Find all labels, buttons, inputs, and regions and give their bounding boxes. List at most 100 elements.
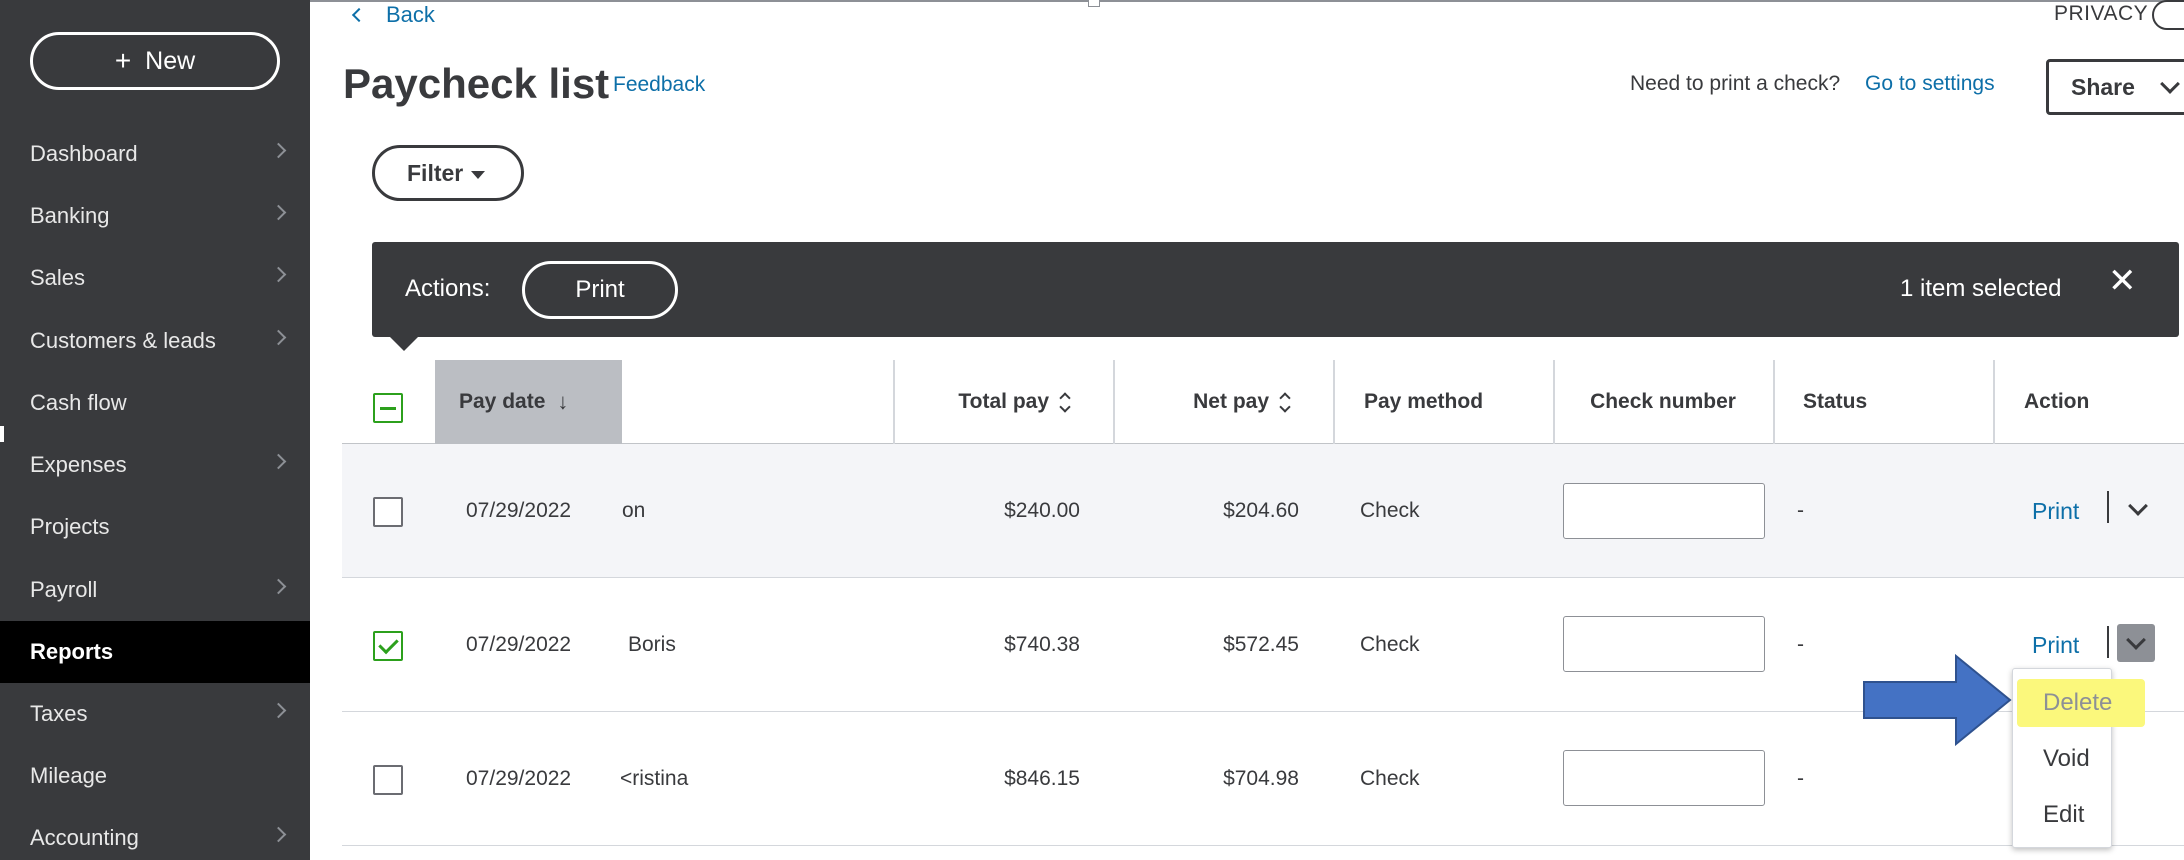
- column-label: Net pay: [1193, 390, 1269, 413]
- column-label: Pay date: [459, 390, 546, 413]
- menu-item-void[interactable]: Void: [2013, 735, 2113, 783]
- chevron-right-icon: [270, 578, 287, 595]
- sort-icon: [1279, 391, 1291, 413]
- annotation-arrow-icon: [1863, 654, 2012, 746]
- sidebar-item-label: Accounting: [30, 825, 139, 850]
- sidebar-item-label: Customers & leads: [30, 328, 216, 353]
- chevron-right-icon: [270, 826, 287, 843]
- column-net-pay[interactable]: Net pay: [1113, 360, 1333, 444]
- column-action: Action: [1993, 360, 2184, 444]
- filter-button[interactable]: Filter: [372, 145, 524, 201]
- column-check-number: Check number: [1553, 360, 1773, 444]
- sidebar-item-sales[interactable]: Sales: [0, 247, 310, 309]
- menu-item-delete[interactable]: Delete: [2017, 679, 2145, 727]
- bulk-print-button[interactable]: Print: [522, 261, 678, 319]
- sidebar-item-label: Dashboard: [30, 141, 138, 166]
- status-cell: -: [1797, 633, 1804, 656]
- table-row[interactable]: 07/29/2022 on $240.00 $204.60 Check - Pr…: [342, 444, 2184, 578]
- column-label: Check number: [1590, 390, 1736, 413]
- print-check-question: Need to print a check?: [1630, 72, 1841, 95]
- pay-method-cell: Check: [1360, 633, 1420, 656]
- resize-handle[interactable]: [0, 426, 4, 442]
- new-button[interactable]: + New: [30, 32, 280, 90]
- sidebar-item-reports[interactable]: Reports: [0, 621, 310, 683]
- status-cell: -: [1797, 767, 1804, 790]
- check-number-input[interactable]: [1563, 616, 1765, 672]
- sidebar-item-mileage[interactable]: Mileage: [0, 745, 310, 807]
- chevron-right-icon: [270, 329, 287, 346]
- sidebar-item-taxes[interactable]: Taxes: [0, 683, 310, 745]
- column-pay-date[interactable]: Pay date ↓: [435, 360, 622, 444]
- close-icon[interactable]: ✕: [2108, 264, 2137, 298]
- chevron-down-icon: [2126, 629, 2146, 650]
- select-all-checkbox[interactable]: [373, 393, 403, 423]
- new-button-label: New: [145, 46, 196, 75]
- sidebar-item-payroll[interactable]: Payroll: [0, 559, 310, 621]
- plus-icon: +: [114, 45, 132, 76]
- paycheck-table: Pay date ↓ Total pay Net pay Pay method …: [342, 360, 2184, 860]
- row-checkbox[interactable]: [373, 765, 403, 795]
- sidebar-item-expenses[interactable]: Expenses: [0, 434, 310, 496]
- selected-count: 1 item selected: [1900, 275, 2062, 302]
- row-action-dropdown[interactable]: [2117, 624, 2155, 662]
- chevron-right-icon: [270, 204, 287, 221]
- actions-label: Actions:: [405, 275, 491, 302]
- row-action-dropdown[interactable]: [2119, 490, 2157, 528]
- total-pay-cell: $740.38: [1004, 633, 1080, 656]
- resize-handle-top[interactable]: [1088, 0, 1100, 7]
- sidebar-item-banking[interactable]: Banking: [0, 185, 310, 247]
- net-pay-cell: $704.98: [1223, 767, 1299, 790]
- page-title: Paycheck list: [343, 60, 610, 107]
- sidebar-item-label: Reports: [30, 639, 114, 664]
- sidebar-item-dashboard[interactable]: Dashboard: [0, 123, 310, 185]
- chevron-down-icon: [2160, 74, 2180, 94]
- bar-pointer: [390, 337, 418, 351]
- sidebar-item-label: Sales: [30, 265, 86, 290]
- total-pay-cell: $240.00: [1004, 499, 1080, 522]
- sidebar-item-cash-flow[interactable]: Cash flow: [0, 372, 310, 434]
- column-label: Action: [2024, 390, 2090, 413]
- sidebar-item-label: Expenses: [30, 452, 127, 477]
- employee-name-cell: on: [622, 499, 646, 522]
- row-checkbox[interactable]: [373, 497, 403, 527]
- go-to-settings-link[interactable]: Go to settings: [1865, 72, 1995, 96]
- bulk-actions-bar: Actions: Print 1 item selected ✕: [372, 242, 2179, 351]
- sort-icon: [1059, 391, 1071, 413]
- action-divider: [2107, 626, 2109, 658]
- column-label: Pay method: [1364, 390, 1484, 413]
- column-status: Status: [1773, 360, 1993, 444]
- share-label: Share: [2071, 73, 2135, 100]
- filter-label: Filter: [407, 159, 464, 186]
- row-checkbox[interactable]: [373, 631, 403, 661]
- menu-item-edit[interactable]: Edit: [2013, 791, 2113, 839]
- feedback-link[interactable]: Feedback: [613, 73, 705, 97]
- net-pay-cell: $204.60: [1223, 499, 1299, 522]
- sidebar-item-customers-leads[interactable]: Customers & leads: [0, 310, 310, 372]
- column-total-pay[interactable]: Total pay: [893, 360, 1113, 444]
- row-action-menu: Delete Void Edit: [2012, 668, 2145, 848]
- check-number-input[interactable]: [1563, 483, 1765, 539]
- chevron-down-icon: [2128, 495, 2148, 516]
- privacy-toggle[interactable]: [2152, 0, 2184, 30]
- status-cell: -: [1797, 499, 1804, 522]
- pay-date-cell: 07/29/2022: [466, 633, 572, 656]
- row-print-link[interactable]: Print: [2032, 444, 2079, 578]
- back-link[interactable]: Back: [351, 2, 435, 28]
- share-button[interactable]: Share: [2046, 59, 2184, 115]
- column-pay-method: Pay method: [1333, 360, 1553, 444]
- sidebar-item-label: Payroll: [30, 577, 98, 602]
- employee-name-cell: Boris: [628, 633, 676, 656]
- sidebar-item-projects[interactable]: Projects: [0, 496, 310, 558]
- pay-date-cell: 07/29/2022: [466, 499, 572, 522]
- employee-name-cell: <ristina: [620, 767, 689, 790]
- check-number-input[interactable]: [1563, 750, 1765, 806]
- chevron-left-icon: [351, 7, 367, 23]
- sidebar-item-label: Projects: [30, 514, 110, 539]
- chevron-right-icon: [270, 266, 287, 283]
- top-divider: [310, 0, 2184, 2]
- chevron-right-icon: [270, 453, 287, 470]
- sidebar-item-accounting[interactable]: Accounting: [0, 807, 310, 860]
- chevron-right-icon: [270, 702, 287, 719]
- total-pay-cell: $846.15: [1004, 767, 1080, 790]
- pay-date-cell: 07/29/2022: [466, 767, 572, 790]
